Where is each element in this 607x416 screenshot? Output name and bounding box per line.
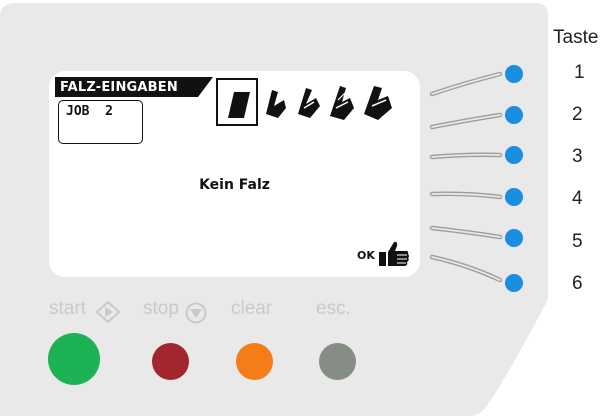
single-fold-icon[interactable]: [266, 90, 286, 118]
softkey-3[interactable]: [505, 146, 523, 164]
thumbs-up-icon[interactable]: [377, 240, 411, 268]
clear-label: clear: [231, 298, 273, 319]
z-fold-icon[interactable]: [330, 86, 354, 120]
job-label: JOB 2: [66, 104, 113, 119]
stop-triangle-icon: [185, 302, 207, 324]
start-button[interactable]: [48, 333, 100, 385]
softkey-5[interactable]: [505, 229, 523, 247]
clear-button[interactable]: [236, 343, 273, 380]
softkey-number-4: 4: [572, 188, 583, 209]
letter-fold-icon[interactable]: [298, 88, 320, 118]
softkey-number-1: 1: [574, 62, 585, 83]
stop-label: stop: [143, 298, 179, 319]
control-panel: FALZ-EINGABEN JOB 2 Kein Falz OK start s…: [0, 0, 550, 416]
softkey-1[interactable]: [505, 65, 523, 83]
softkey-number-6: 6: [572, 273, 583, 294]
fold-status-text: Kein Falz: [199, 177, 270, 193]
softkey-number-2: 2: [572, 104, 583, 125]
esc-label: esc.: [316, 298, 351, 319]
no-fold-icon[interactable]: [228, 92, 250, 118]
start-label: start: [49, 298, 86, 319]
softkey-number-5: 5: [572, 231, 583, 252]
softkey-number-3: 3: [572, 146, 583, 167]
lcd-title: FALZ-EINGABEN: [60, 80, 178, 95]
ok-label: OK: [357, 249, 375, 262]
softkey-4[interactable]: [505, 188, 523, 206]
fold-options: [228, 86, 392, 120]
softkey-2[interactable]: [505, 106, 523, 124]
esc-button[interactable]: [319, 343, 356, 380]
softkey-6[interactable]: [505, 274, 523, 292]
softkey-header: Taste: [553, 27, 599, 48]
start-diamond-icon: [96, 301, 120, 323]
double-parallel-fold-icon[interactable]: [364, 86, 392, 120]
stop-button[interactable]: [152, 343, 189, 380]
softkey-leader-lines: [429, 71, 503, 283]
